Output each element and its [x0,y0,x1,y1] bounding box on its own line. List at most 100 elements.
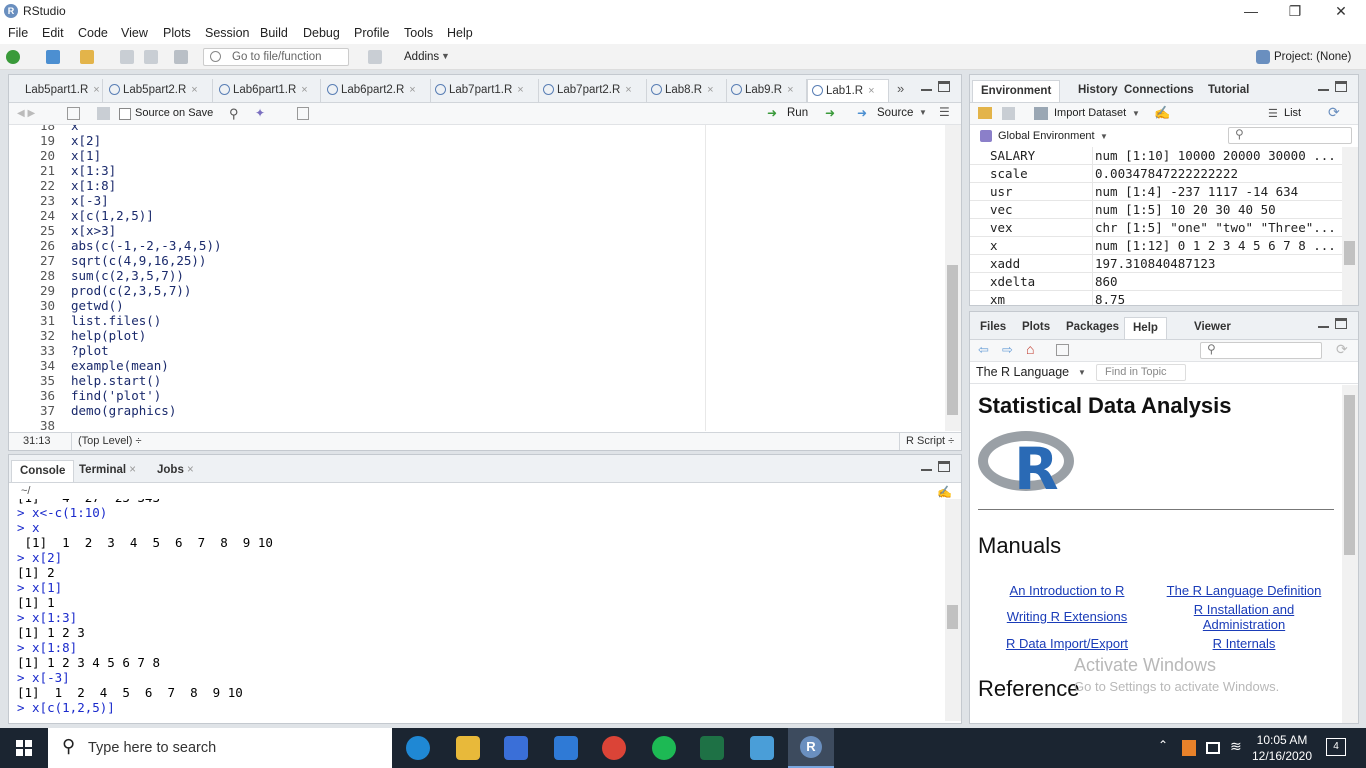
file-explorer-icon[interactable] [456,736,480,760]
outline-icon[interactable]: ☰ [939,105,950,119]
microsoft-store-icon[interactable] [504,736,528,760]
show-in-window-icon[interactable] [1056,344,1069,356]
maximize-pane-icon[interactable] [938,81,950,92]
environment-row[interactable]: xdelta 860 [970,273,1342,291]
scrollbar-thumb[interactable] [947,605,958,629]
scope-selector[interactable]: (Top Level) ÷ [71,433,142,450]
tab-lab7part1[interactable]: Lab7part1.R × [431,79,539,102]
minimize-button[interactable]: — [1228,0,1274,22]
edge-browser-icon[interactable] [406,736,430,760]
battery-icon[interactable] [1206,742,1220,754]
tab-lab5part2[interactable]: Lab5part2.R × [105,79,213,102]
tab-files[interactable]: Files [972,317,1014,339]
link-language-definition[interactable]: The R Language Definition [1160,583,1328,598]
photos-icon[interactable] [750,736,774,760]
list-view-menu[interactable]: List [1284,107,1301,119]
clear-console-icon[interactable]: ✍ [937,485,952,499]
more-tabs-icon[interactable]: » [897,81,904,96]
open-file-icon[interactable] [80,50,94,64]
menu-tools[interactable]: Tools [404,26,433,40]
environment-row[interactable]: usr num [1:4] -237 1117 -14 634 [970,183,1342,201]
minimize-pane-icon[interactable] [1318,83,1329,91]
menu-profile[interactable]: Profile [354,26,389,40]
editor-scrollbar[interactable] [945,125,961,431]
topic-menu[interactable]: The R Language [976,365,1069,379]
environment-row[interactable]: vec num [1:5] 10 20 30 40 50 [970,201,1342,219]
close-icon[interactable]: × [191,84,197,96]
environment-row[interactable]: SALARY num [1:10] 10000 20000 30000 ... [970,147,1342,165]
save-icon[interactable] [120,50,134,64]
close-icon[interactable]: × [93,84,99,96]
link-writing-extensions[interactable]: Writing R Extensions [990,609,1144,624]
rerun-icon[interactable]: ➜ [825,106,835,120]
tab-lab6part1[interactable]: Lab6part1.R × [215,79,321,102]
tab-jobs[interactable]: Jobs × [149,460,202,482]
maximize-pane-icon[interactable] [1335,318,1347,329]
tab-lab8[interactable]: Lab8.R × [647,79,727,102]
link-data-import-export[interactable]: R Data Import/Export [990,636,1144,651]
load-workspace-icon[interactable] [978,107,992,119]
environment-row[interactable]: xadd 197.310840487123 [970,255,1342,273]
find-in-topic-input[interactable]: Find in Topic [1096,364,1186,381]
close-icon[interactable]: × [301,84,307,96]
goto-file-input[interactable]: Go to file/function [203,48,349,66]
menu-view[interactable]: View [121,26,148,40]
maximize-pane-icon[interactable] [938,461,950,472]
tab-packages[interactable]: Packages [1058,317,1127,339]
search-icon[interactable]: ⚲ [229,106,239,122]
tab-help[interactable]: Help [1124,317,1167,339]
minimize-pane-icon[interactable] [921,463,932,471]
mail-icon[interactable] [554,736,578,760]
source-on-save-checkbox[interactable] [119,108,131,120]
scrollbar-thumb[interactable] [1344,395,1355,555]
notification-icon[interactable]: 4 [1326,738,1346,756]
project-menu[interactable]: Project: (None) [1274,51,1351,63]
windows-start-icon[interactable] [16,740,32,756]
close-window-button[interactable]: ✕ [1318,0,1364,22]
close-icon[interactable]: × [868,85,874,97]
maximize-pane-icon[interactable] [1335,81,1347,92]
file-type-selector[interactable]: R Script ÷ [899,433,954,450]
menu-code[interactable]: Code [78,26,108,40]
broom-icon[interactable]: ✍ [1154,105,1170,121]
wifi-icon[interactable]: ≋ [1230,738,1242,755]
grid-layout-icon[interactable] [368,50,382,64]
run-button[interactable]: Run [787,107,808,119]
tab-connections[interactable]: Connections [1116,80,1202,102]
home-icon[interactable]: ⌂ [1026,341,1034,357]
taskbar-search-box[interactable]: ⚲ Type here to search [48,728,392,768]
link-intro-to-r[interactable]: An Introduction to R [990,583,1144,598]
excel-icon[interactable] [700,736,724,760]
menu-plots[interactable]: Plots [163,26,191,40]
environment-row[interactable]: vex chr [1:5] "one" "two" "Three"... [970,219,1342,237]
close-icon[interactable]: × [409,84,415,96]
menu-edit[interactable]: Edit [42,26,64,40]
spotify-icon[interactable] [652,736,676,760]
tab-plots[interactable]: Plots [1014,317,1058,339]
save-file-icon[interactable] [97,107,110,120]
tab-environment[interactable]: Environment [972,80,1061,102]
close-icon[interactable]: × [707,84,713,96]
link-installation-admin[interactable]: R Installation and Administration [1170,602,1318,632]
chevron-up-icon[interactable]: ⌃ [1158,738,1168,752]
refresh-icon[interactable]: ⟳ [1336,341,1348,358]
compile-report-icon[interactable] [297,107,309,120]
menu-session[interactable]: Session [205,26,249,40]
tab-lab1[interactable]: Lab1.R × [807,79,889,102]
addins-menu[interactable]: Addins [404,51,439,63]
console-output[interactable]: [1] 4 27 25 343> x<-c(1:10)> x [1] 1 2 3… [9,499,945,721]
new-file-icon[interactable] [6,50,20,64]
tab-lab6part2[interactable]: Lab6part2.R × [323,79,431,102]
back-arrow-icon[interactable]: ◀ ▶ [17,108,35,119]
environment-row[interactable]: scale 0.00347847222222222 [970,165,1342,183]
save-all-icon[interactable] [144,50,158,64]
forward-icon[interactable]: ⇨ [1002,342,1013,358]
save-workspace-icon[interactable] [1002,107,1015,120]
code-area[interactable]: 18 x 19 x[2] 20 x[1] 21 x[1:3] 22 x[1:8] 23 x[-3] 24… [9,125,945,431]
close-icon[interactable]: × [787,84,793,96]
close-icon[interactable]: × [187,464,194,476]
refresh-icon[interactable]: ⟳ [1328,104,1340,121]
print-icon[interactable] [174,50,188,64]
menu-build[interactable]: Build [260,26,288,40]
tab-lab5part1[interactable]: Lab5part1.R × [7,79,103,102]
